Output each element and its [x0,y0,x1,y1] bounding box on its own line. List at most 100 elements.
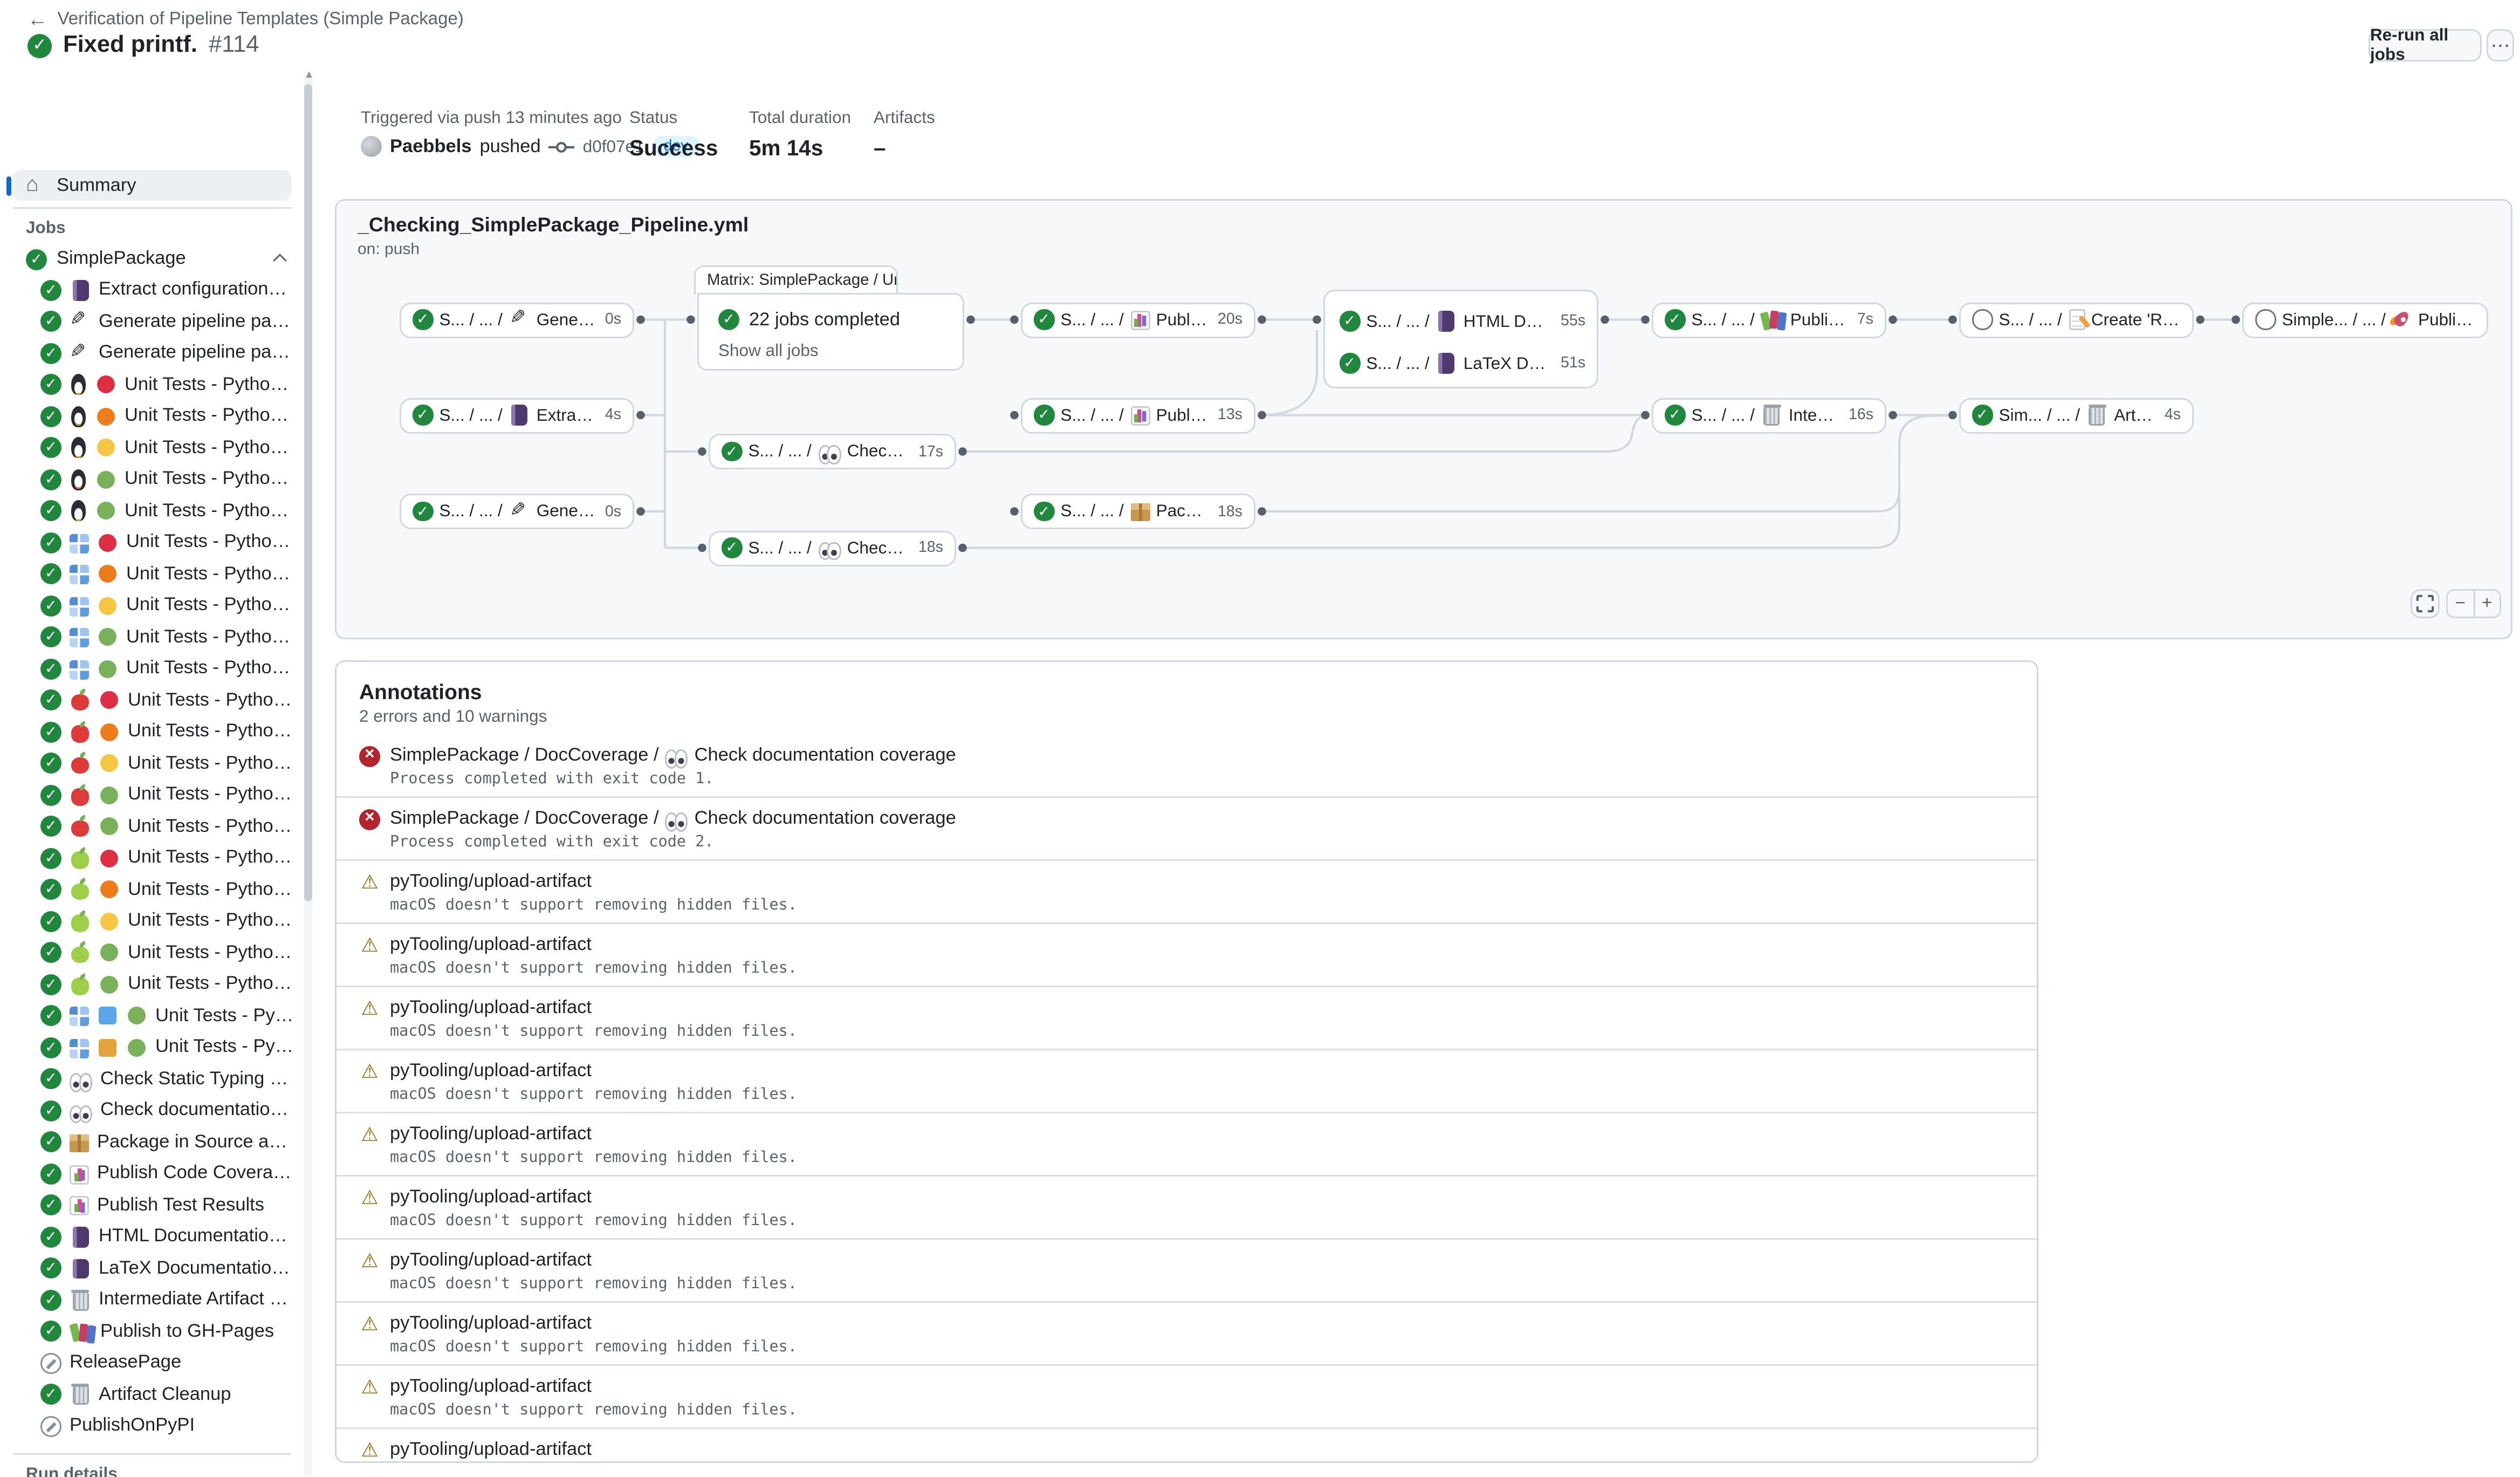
sidebar-job-item[interactable]: Generate pipeline parameters [0,338,304,370]
avatar[interactable] [361,136,382,157]
sidebar-job-item[interactable]: Unit Tests - Python 3.10 [0,558,304,590]
annotation-entry: pyTooling/upload-artifact macOS doesn't s… [337,1175,2037,1238]
pipeline-node[interactable]: Simple... / ... /Publish to PyPI [2242,302,2488,338]
pipeline-node[interactable]: S... / ... /HTML Docume...55s [1328,304,1597,339]
scrollbar-up-arrow[interactable] [305,71,312,78]
sidebar-job-item[interactable]: Unit Tests - Python 3.13 [0,969,304,1001]
node-duration: 4s [602,406,621,424]
annotation-entry: pyTooling/upload-artifactmacOS doesn't s… [337,1049,2037,1112]
sidebar-job-item[interactable]: Extract configurations from p... [0,275,304,306]
annotation-title[interactable]: pyTooling/upload-artifact [390,1314,592,1334]
pipeline-node[interactable]: S... / ... /Create 'Release Pa... [1959,302,2194,338]
matrix-group-box[interactable]: 22 jobs completed Show all jobs [697,293,964,371]
sidebar-job-item[interactable]: Unit Tests - Python 3.9 [0,685,304,716]
sidebar-job-item[interactable]: Unit Tests - Python 3.11 [0,432,304,464]
annotation-title-row: pyTooling/upload-artifact [359,1187,2014,1208]
sidebar-job-item[interactable]: Package in Source and Wheel... [0,1126,304,1158]
pipeline-node[interactable]: S... / ... /Intermediate A...16s [1652,398,1886,433]
annotation-entry: pyTooling/upload-artifactmacOS doesn't s… [337,1301,2037,1364]
sidebar-job-item[interactable]: Unit Tests - Python 3.11 [0,906,304,938]
sidebar-job-item[interactable]: Unit Tests - Python 3.11 [0,590,304,622]
sidebar-job-item[interactable]: Unit Tests - Python 3.12 [0,1000,304,1032]
annotation-title[interactable]: pyTooling/upload-artifact [390,999,592,1018]
sidebar-job-item[interactable]: Publish to GH-Pages [0,1316,304,1348]
sidebar-job-item[interactable]: Unit Tests - Python 3.9 [0,369,304,401]
show-all-jobs-link[interactable]: Show all jobs [718,341,819,361]
job-label: Unit Tests - Python 3.9 [125,375,294,394]
pipeline-node[interactable]: S... / ... /Check Static Ty...17s [709,434,956,469]
sidebar-job-item[interactable]: Unit Tests - Python 3.12 [0,1032,304,1064]
annotation-title[interactable]: pyTooling/upload-artifact [390,1440,592,1460]
pipeline-node[interactable]: Sim... / ... /Artifact Cleanup4s [1959,398,2194,433]
pipeline-node[interactable]: S... / ... /Publish to GH-P...7s [1652,302,1886,338]
chevron-up-icon[interactable] [273,254,286,267]
kebab-menu-button[interactable]: ⋯ [2487,29,2514,61]
apple-red-icon [71,757,89,774]
job-label: Unit Tests - Python 3.13 [126,659,294,679]
pipeline-node[interactable]: S... / ... /Package in Sou...18s [1021,494,1255,529]
sidebar-scrollbar-thumb[interactable] [304,84,312,901]
job-label: Generate pipeline parameters [99,344,294,363]
pipeline-node[interactable]: S... / ... /Publish Test Re...13s [1021,398,1255,433]
pipeline-node[interactable]: S... / ... /Generate pipelin...0s [400,494,634,529]
sidebar-job-item[interactable]: Artifact Cleanup [0,1379,304,1411]
sidebar-job-item[interactable]: Unit Tests - Python 3.12 [0,621,304,653]
pipeline-node[interactable]: S... / ... /Generate pipelin...0s [400,302,634,338]
sidebar-job-item[interactable]: Unit Tests - Python 3.12 [0,937,304,969]
duration-label: Total duration [749,108,851,128]
annotation-title[interactable]: pyTooling/upload-artifact [390,872,592,892]
breadcrumb[interactable]: ← Verification of Pipeline Templates (Si… [28,8,464,31]
pipeline-node[interactable]: S... / ... /Extract configur...4s [400,398,634,433]
sidebar-job-item[interactable]: Unit Tests - Python 3.12 [0,779,304,811]
sidebar-job-item[interactable]: Unit Tests - Python 3.10 [0,716,304,748]
sidebar-job-item[interactable]: Unit Tests - Python 3.13 [0,653,304,685]
sidebar-item-summary[interactable]: Summary [13,170,291,201]
zoom-out-button[interactable]: − [2448,591,2473,617]
pipeline-node[interactable]: S... / ... /Publish Code C...20s [1021,302,1255,338]
sidebar-job-item[interactable]: Publish Code Coverage Results [0,1158,304,1190]
annotation-title[interactable]: SimplePackage / DocCoverage /Check docum… [390,809,956,829]
sidebar-job-item[interactable]: Unit Tests - Python 3.9 [0,527,304,559]
sidebar-job-item[interactable]: Check Static Typing using Pyt... [0,1063,304,1095]
annotation-title[interactable]: pyTooling/upload-artifact [390,935,592,955]
node-label: Generate pipelin... [537,310,595,330]
success-icon [40,1006,61,1027]
sidebar-job-item[interactable]: Unit Tests - Python 3.10 [0,401,304,433]
zoom-in-button[interactable]: + [2473,591,2500,617]
annotation-title[interactable]: SimplePackage / DocCoverage /Check docum… [390,746,956,765]
pipeline-node[interactable]: S... / ... /LaTeX Docume...51s [1328,346,1597,381]
sidebar-job-item[interactable]: Publish Test Results [0,1189,304,1221]
sidebar-item-simplepackage[interactable]: SimplePackage [26,244,291,273]
sidebar-job-item[interactable]: Unit Tests - Python 3.11 [0,748,304,779]
annotation-entry: pyTooling/upload-artifactmacOS doesn't s… [337,922,2037,986]
annotation-title[interactable]: pyTooling/upload-artifact [390,1125,592,1144]
pipeline-node[interactable]: S... / ... /Check docume...18s [709,530,956,566]
annotation-title[interactable]: pyTooling/upload-artifact [390,1188,592,1207]
sidebar-job-item[interactable]: Check documentation covera... [0,1095,304,1127]
job-label: Unit Tests - Python 3.10 [128,722,294,742]
actor-name[interactable]: Paebbels [390,137,472,156]
sidebar-job-item[interactable]: ReleasePage [0,1348,304,1379]
sidebar-job-item[interactable]: PublishOnPyPI [0,1411,304,1442]
sidebar-job-item[interactable]: Intermediate Artifact Cleanup [0,1284,304,1316]
sidebar-job-item[interactable]: Unit Tests - Python 3.9 [0,843,304,874]
annotation-title-row: pyTooling/upload-artifact [359,872,2014,893]
matrix-group-tab[interactable]: Matrix: SimplePackage / UnitTest... [694,265,898,295]
breadcrumb-label[interactable]: Verification of Pipeline Templates (Simp… [58,10,464,29]
sidebar-job-item[interactable]: Unit Tests - Python 3.10 [0,874,304,906]
annotation-title-text: Check documentation coverage [695,746,956,765]
sidebar-job-item[interactable]: Unit Tests - Python 3.13 [0,811,304,843]
rerun-all-jobs-button[interactable]: Re-run all jobs [2368,29,2482,61]
sidebar-job-item[interactable]: Generate pipeline parameters [0,306,304,338]
sidebar-job-item[interactable]: Unit Tests - Python 3.12 [0,464,304,496]
annotation-title[interactable]: pyTooling/upload-artifact [390,1062,592,1081]
penguin-icon [70,406,87,427]
sidebar-job-item[interactable]: HTML Documentation using ... [0,1221,304,1253]
fullscreen-button[interactable] [2411,589,2440,618]
annotation-title[interactable]: pyTooling/upload-artifact [390,1251,592,1270]
sidebar-job-item[interactable]: Unit Tests - Python 3.13 [0,495,304,527]
back-arrow-icon[interactable]: ← [28,8,48,31]
annotation-title[interactable]: pyTooling/upload-artifact [390,1377,592,1397]
sidebar-job-item[interactable]: LaTeX Documentation using ... [0,1253,304,1284]
annotation-message: macOS doesn't support removing hidden fi… [390,1212,2014,1230]
